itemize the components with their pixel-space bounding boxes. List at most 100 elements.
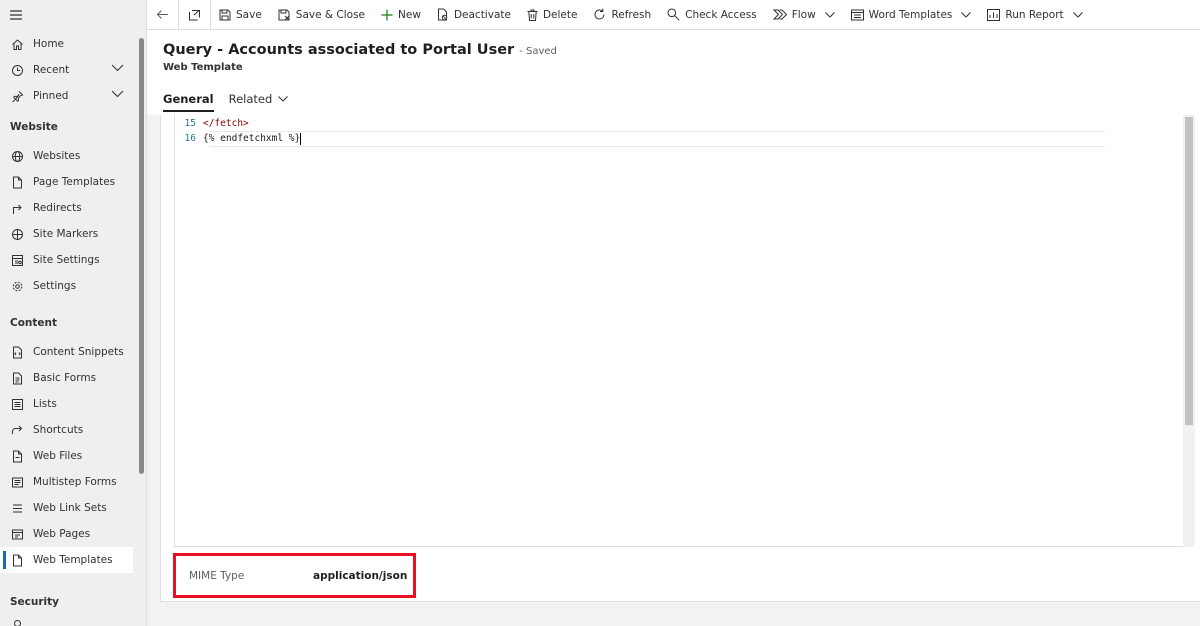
section-header-website: Website — [10, 121, 58, 133]
tab-general[interactable]: General — [163, 86, 214, 112]
open-new-window-button[interactable] — [179, 0, 210, 30]
sidebar-item-label: Home — [33, 38, 65, 50]
word-templates-label: Word Templates — [868, 8, 953, 21]
sidebar-item-page-templates[interactable]: Page Templates — [0, 169, 146, 195]
flow-button[interactable]: Flow — [765, 0, 843, 30]
sidebar-item-label: Websites — [33, 150, 81, 162]
form-tabs: General Related — [163, 86, 303, 112]
sidebar-item-web-templates[interactable]: Web Templates — [0, 547, 133, 573]
check-access-label: Check Access — [685, 8, 757, 21]
save-close-label: Save & Close — [295, 8, 366, 21]
editor-scrollbar-thumb[interactable] — [1185, 117, 1193, 425]
chevron-down-icon — [278, 96, 289, 102]
line-guide — [210, 131, 1105, 132]
sidebar-item-label: Pinned — [33, 90, 69, 102]
new-button[interactable]: New — [373, 0, 429, 30]
text-cursor — [300, 133, 302, 145]
command-bar: Save Save & Close New Deactivate Delete … — [147, 0, 1200, 30]
home-icon — [10, 37, 24, 51]
sidebar-item-label: Web Link Sets — [33, 502, 107, 514]
sidebar-item-settings[interactable]: Settings — [0, 273, 146, 299]
chevron-down-icon — [1072, 11, 1083, 18]
sidebar-item-lists[interactable]: Lists — [0, 391, 146, 417]
delete-button[interactable]: Delete — [519, 0, 586, 30]
chevron-down-icon — [961, 11, 972, 18]
save-status: - Saved — [519, 46, 557, 57]
mime-type-field: MIME Type application/json — [173, 553, 416, 598]
sidebar-item-label: Settings — [33, 280, 77, 292]
sidebar-item-redirects[interactable]: Redirects — [0, 195, 146, 221]
deactivate-button[interactable]: Deactivate — [429, 0, 519, 30]
delete-label: Delete — [542, 8, 578, 21]
sidebar-item-web-link-sets[interactable]: Web Link Sets — [0, 495, 146, 521]
contact-icon — [10, 616, 24, 626]
mime-type-value[interactable]: application/json — [313, 570, 407, 582]
save-icon — [219, 9, 231, 20]
sidebar-item-label: Site Markers — [33, 228, 99, 240]
line-number: 16 — [184, 133, 196, 144]
sidebar-item-label: Shortcuts — [33, 424, 84, 436]
globe-icon — [10, 149, 24, 163]
word-templates-button[interactable]: Word Templates — [843, 0, 980, 30]
chevron-down-icon[interactable] — [111, 90, 124, 98]
sidebar-item-web-pages[interactable]: Web Pages — [0, 521, 146, 547]
sidebar-item-site-markers[interactable]: Site Markers — [0, 221, 146, 247]
flow-label: Flow — [791, 8, 816, 21]
refresh-button[interactable]: Refresh — [585, 0, 659, 30]
sidebar-item-pinned[interactable]: Pinned — [0, 83, 146, 109]
popout-icon — [189, 9, 200, 20]
tab-label: General — [163, 92, 214, 106]
deactivate-label: Deactivate — [453, 8, 511, 21]
section-header-content: Content — [10, 317, 58, 329]
list-icon — [10, 397, 24, 411]
line-guide — [210, 146, 1105, 147]
sidebar-item-label: Multistep Forms — [33, 476, 117, 488]
form-header: Query - Accounts associated to Portal Us… — [147, 30, 1200, 115]
mime-type-label: MIME Type — [189, 569, 245, 582]
back-button[interactable] — [147, 0, 178, 30]
new-label: New — [398, 8, 421, 21]
refresh-icon — [594, 8, 605, 20]
sidebar-item-shortcuts[interactable]: Shortcuts — [0, 417, 146, 443]
entity-type-label: Web Template — [163, 62, 243, 73]
deactivate-icon — [437, 8, 448, 21]
file-icon — [10, 449, 24, 463]
save-close-button[interactable]: Save & Close — [270, 0, 373, 30]
run-report-label: Run Report — [1005, 8, 1064, 21]
sidebar-item-label: Web Pages — [33, 528, 91, 540]
sidebar-item-label: Content Snippets — [33, 346, 124, 358]
code-editor[interactable]: 15 </fetch> 16 {% endfetchxml %} — [174, 115, 1192, 547]
clock-icon — [10, 63, 24, 77]
chevron-down-icon[interactable] — [111, 64, 124, 72]
save-close-icon — [278, 9, 290, 20]
check-access-button[interactable]: Check Access — [659, 0, 765, 30]
sidebar-scrollbar[interactable] — [139, 38, 144, 474]
sidebar-item-recent[interactable]: Recent — [0, 57, 146, 83]
chevron-down-icon — [824, 11, 835, 18]
template-icon — [10, 553, 24, 567]
sidebar-item-basic-forms[interactable]: Basic Forms — [0, 365, 146, 391]
save-button[interactable]: Save — [211, 0, 270, 30]
page-icon — [10, 175, 24, 189]
sidebar: Home Recent Pinned Website Websites Page… — [0, 0, 147, 626]
sidebar-item-label: Basic Forms — [33, 372, 97, 384]
tab-label: Related — [228, 92, 273, 106]
sidebar-item-label: Web Files — [33, 450, 83, 462]
sidebar-item-site-settings[interactable]: Site Settings — [0, 247, 146, 273]
sidebar-item-partial[interactable] — [0, 618, 146, 626]
sidebar-item-websites[interactable]: Websites — [0, 143, 146, 169]
tab-related[interactable]: Related — [229, 86, 289, 112]
refresh-label: Refresh — [611, 8, 652, 21]
sidebar-item-label: Lists — [33, 398, 57, 410]
form-icon — [10, 371, 24, 385]
word-template-icon — [850, 9, 864, 20]
form-section: 15 </fetch> 16 {% endfetchxml %} MIME Ty… — [160, 115, 1200, 602]
sidebar-item-multistep-forms[interactable]: Multistep Forms — [0, 469, 146, 495]
run-report-button[interactable]: Run Report — [979, 0, 1090, 30]
sidebar-item-web-files[interactable]: Web Files — [0, 443, 146, 469]
sidebar-item-content-snippets[interactable]: Content Snippets — [0, 339, 146, 365]
pin-icon — [10, 89, 24, 103]
site-map-toggle[interactable] — [0, 0, 146, 30]
sidebar-item-home[interactable]: Home — [0, 31, 146, 57]
magnifier-icon — [667, 8, 680, 21]
